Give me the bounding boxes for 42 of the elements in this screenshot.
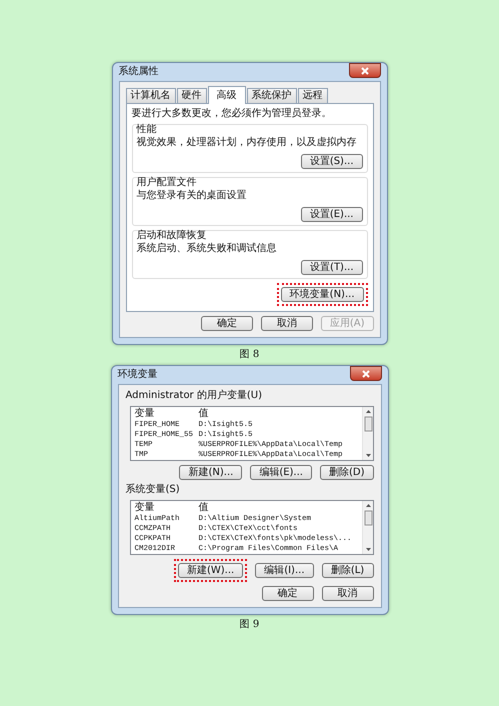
button[interactable]: 新建(N)... — [179, 465, 242, 480]
group-description: 与您登录有关的桌面设置 — [136, 190, 248, 202]
button[interactable]: 确定 — [200, 316, 253, 331]
close-button[interactable] — [348, 63, 380, 78]
section-label: 系统变量(S) — [126, 484, 181, 496]
tab[interactable]: 高级 — [208, 86, 246, 104]
button[interactable]: 环境变量(N)... — [280, 287, 364, 302]
group-description: 视觉效果，处理器计划，内存使用，以及虚拟内存 — [136, 137, 358, 149]
close-icon — [360, 66, 368, 74]
button[interactable]: 取消 — [322, 586, 374, 601]
button[interactable]: 设置(S)... — [300, 154, 362, 169]
tab[interactable]: 硬件 — [176, 88, 206, 103]
button[interactable]: 设置(E)... — [300, 207, 362, 222]
button[interactable]: 编辑(E)... — [250, 465, 312, 480]
section-label: Administrator 的用户变量(U) — [126, 390, 263, 402]
close-icon — [362, 370, 370, 378]
group-title: 性能 — [136, 124, 158, 136]
group-title: 用户配置文件 — [136, 177, 198, 189]
scrollbar — [362, 501, 372, 554]
button[interactable]: 设置(T)... — [301, 260, 362, 275]
figure-caption: 图 8 — [240, 349, 260, 361]
button[interactable]: 取消 — [260, 316, 313, 331]
group-description: 系统启动、系统失败和调试信息 — [136, 243, 278, 255]
button[interactable]: 删除(D) — [320, 465, 374, 480]
tab[interactable]: 计算机名 — [126, 88, 176, 103]
scrollbar — [362, 407, 372, 460]
tab[interactable]: 远程 — [298, 88, 328, 103]
close-button[interactable] — [350, 366, 382, 381]
notice-text: 要进行大多数更改，您必须作为管理员登录。 — [132, 108, 332, 120]
window-title: 环境变量 — [118, 369, 158, 381]
column-header: 变量 — [134, 501, 156, 514]
column-header: 值 — [198, 407, 210, 420]
button[interactable]: 确定 — [262, 586, 314, 601]
button[interactable]: 编辑(I)... — [255, 563, 314, 578]
tab[interactable]: 系统保护 — [246, 88, 296, 103]
group-title: 启动和故障恢复 — [136, 230, 208, 242]
button[interactable]: 删除(L) — [322, 563, 374, 578]
column-header: 值 — [198, 501, 210, 514]
button[interactable]: 新建(W)... — [178, 563, 244, 578]
figure-caption: 图 9 — [240, 619, 260, 631]
column-header: 变量 — [134, 407, 156, 420]
window-title: 系统属性 — [118, 66, 158, 78]
